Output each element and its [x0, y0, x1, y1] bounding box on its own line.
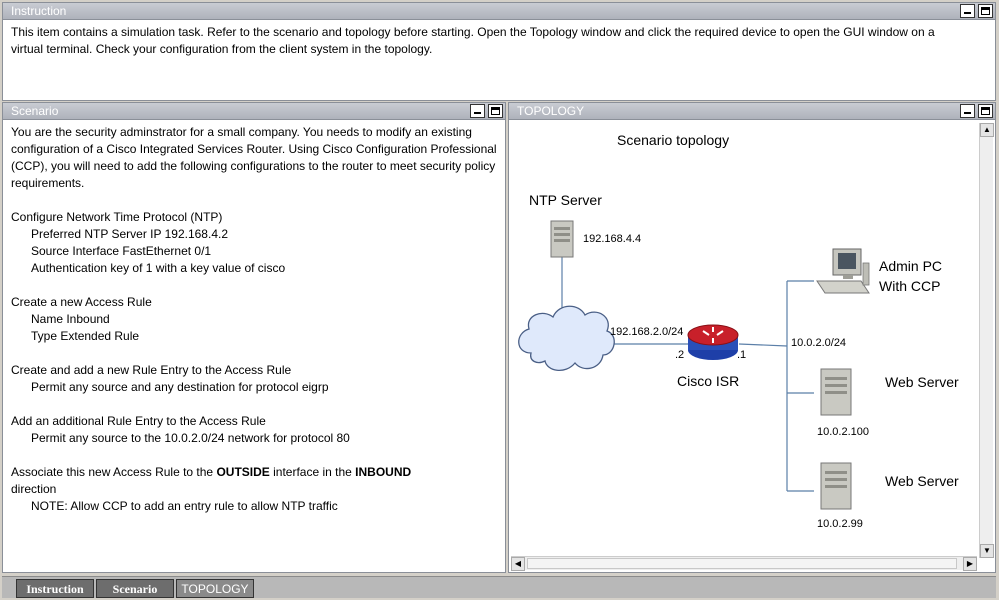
ntp-item: Authentication key of 1 with a key value… — [31, 261, 286, 275]
router-label: Cisco ISR — [677, 373, 739, 389]
scenario-title: Scenario — [11, 104, 59, 118]
ntp-server-icon[interactable] — [550, 220, 574, 258]
topology-panel: TOPOLOGY Scenario topology NTP Server 19… — [508, 102, 996, 573]
instruction-title-bar: Instruction — [3, 3, 995, 20]
cloud-icon — [518, 305, 615, 371]
web-server-2-icon[interactable] — [820, 462, 852, 510]
scenario-minimize-button[interactable] — [470, 104, 485, 118]
topology-vertical-scrollbar[interactable]: ▲ ▼ — [979, 123, 994, 558]
topology-title-bar: TOPOLOGY — [509, 103, 995, 120]
scenario-intro: You are the security adminstrator for a … — [11, 125, 497, 190]
ntp-server-label: NTP Server — [529, 192, 602, 208]
topology-diagram-svg: Scenario topology NTP Server 192.168.4.4… — [518, 132, 959, 530]
admin-pc-label: Admin PC — [879, 258, 942, 274]
entry-heading: Create and add a new Rule Entry to the A… — [11, 363, 292, 377]
router-left-ip: .2 — [675, 349, 684, 361]
wan-network-label: 192.168.2.0/24 — [610, 326, 683, 338]
instruction-panel: Instruction This item contains a simulat… — [2, 2, 996, 101]
web-server-1-icon[interactable] — [820, 368, 852, 416]
associate-text-pre: Associate this new Access Rule to the — [11, 465, 217, 479]
associate-line: Associate this new Access Rule to the OU… — [11, 464, 497, 481]
rule-item: Name Inbound — [31, 312, 110, 326]
rule-item: Type Extended Rule — [31, 329, 140, 343]
instruction-title: Instruction — [11, 4, 67, 18]
tab-topology[interactable]: TOPOLOGY — [176, 579, 254, 598]
scenario-title-bar: Scenario — [3, 103, 505, 120]
ntp-server-ip: 192.168.4.4 — [583, 233, 641, 245]
web-server-1-ip: 10.0.2.100 — [817, 426, 869, 438]
topology-diagram: Scenario topology NTP Server 192.168.4.4… — [509, 121, 977, 558]
ntp-item: Source Interface FastEthernet 0/1 — [31, 244, 212, 258]
tab-instruction[interactable]: Instruction — [16, 579, 94, 598]
instruction-text: This item contains a simulation task. Re… — [11, 25, 935, 56]
scenario-body: You are the security adminstrator for a … — [3, 120, 505, 519]
scroll-left-icon[interactable]: ◀ — [511, 557, 525, 571]
router-right-ip: .1 — [737, 349, 746, 361]
associate-inbound: INBOUND — [355, 465, 412, 479]
taskbar: Instruction Scenario TOPOLOGY — [2, 576, 996, 598]
associate-direction: direction — [11, 482, 57, 496]
topology-minimize-button[interactable] — [960, 104, 975, 118]
cisco-isr-router-icon[interactable] — [687, 324, 739, 360]
instruction-maximize-button[interactable] — [978, 4, 993, 18]
web-server-1-label: Web Server — [885, 374, 959, 390]
entry-item: Permit any source and any destination fo… — [31, 380, 329, 394]
scroll-down-icon[interactable]: ▼ — [980, 544, 994, 558]
web-server-2-ip: 10.0.2.99 — [817, 518, 863, 530]
topology-horizontal-scrollbar[interactable]: ◀ ▶ — [511, 556, 977, 571]
scenario-panel: Scenario You are the security adminstrat… — [2, 102, 506, 573]
ntp-heading: Configure Network Time Protocol (NTP) — [11, 210, 223, 224]
horizontal-scroll-thumb[interactable] — [527, 558, 957, 569]
additional-heading: Add an additional Rule Entry to the Acce… — [11, 414, 266, 428]
topology-maximize-button[interactable] — [978, 104, 993, 118]
admin-pc-icon[interactable] — [816, 248, 870, 294]
scroll-right-icon[interactable]: ▶ — [963, 557, 977, 571]
associate-text-mid: interface in the — [269, 465, 356, 479]
lan-network-label: 10.0.2.0/24 — [791, 337, 846, 349]
lan-link — [738, 343, 788, 347]
tab-scenario[interactable]: Scenario — [96, 579, 174, 598]
instruction-minimize-button[interactable] — [960, 4, 975, 18]
diagram-title: Scenario topology — [617, 132, 729, 148]
scenario-maximize-button[interactable] — [488, 104, 503, 118]
scenario-note: NOTE: Allow CCP to add an entry rule to … — [31, 499, 338, 513]
admin-pc-sublabel: With CCP — [879, 278, 940, 294]
web-server-2-label: Web Server — [885, 473, 959, 489]
scroll-up-icon[interactable]: ▲ — [980, 123, 994, 137]
topology-title: TOPOLOGY — [517, 104, 585, 118]
ntp-item: Preferred NTP Server IP 192.168.4.2 — [31, 227, 228, 241]
additional-item: Permit any source to the 10.0.2.0/24 net… — [31, 431, 350, 445]
rule-heading: Create a new Access Rule — [11, 295, 152, 309]
associate-outside: OUTSIDE — [216, 465, 270, 479]
